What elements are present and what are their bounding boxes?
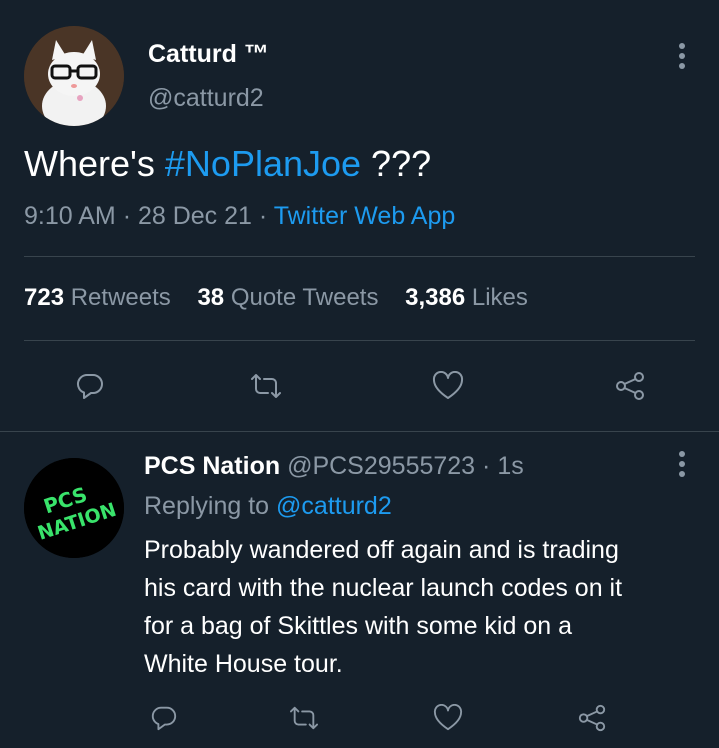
reply-text-line: White House tour. [144, 650, 343, 678]
main-tweet: Catturd ™ @catturd2 Where's #NoPlanJoe ?… [0, 0, 719, 432]
reply-author-avatar[interactable]: PCS NATION [24, 458, 124, 558]
reply-more-options-button[interactable] [664, 446, 700, 482]
share-icon [616, 372, 644, 400]
retweet-icon [251, 374, 281, 398]
replying-prefix: Replying to [144, 492, 270, 520]
share-button[interactable] [610, 366, 650, 406]
replying-to-link[interactable]: @catturd2 [276, 492, 392, 520]
like-button[interactable] [428, 366, 468, 406]
tweet-time[interactable]: 9:10 AM [24, 202, 116, 230]
more-icon [679, 451, 685, 477]
meta-separator: · [258, 202, 268, 230]
tweet-date[interactable]: 28 Dec 21 [138, 202, 252, 230]
retweets-label: Retweets [70, 284, 171, 311]
reply-text-line: Probably wandered off again and is tradi… [144, 536, 619, 564]
like-icon [433, 704, 463, 731]
divider [24, 256, 695, 257]
more-icon [679, 43, 685, 69]
tweet-meta: 9:10 AM · 28 Dec 21 · Twitter Web App [24, 202, 455, 231]
replying-to: Replying to @catturd2 [144, 492, 392, 521]
divider [24, 340, 695, 341]
hashtag-link[interactable]: #NoPlanJoe [165, 143, 361, 184]
author-name[interactable]: Catturd ™ [148, 40, 269, 69]
likes-label: Likes [471, 284, 528, 311]
reply-text-line: his card with the nuclear launch codes o… [144, 574, 623, 602]
author-avatar[interactable] [24, 26, 124, 126]
reply-reply-button[interactable] [144, 698, 184, 738]
quotes-count: 38 [197, 284, 225, 311]
tweet-text: Where's #NoPlanJoe ??? [24, 143, 431, 185]
like-icon [432, 371, 464, 399]
reply-like-button[interactable] [428, 698, 468, 738]
meta-separator: · [482, 452, 491, 480]
reply-header: PCS Nation @PCS29555723 · 1s [144, 452, 524, 481]
retweet-button[interactable] [246, 366, 286, 406]
reply-time[interactable]: 1s [497, 452, 523, 480]
meta-separator: · [122, 202, 132, 230]
quote-tweets-stat[interactable]: 38 Quote Tweets [197, 284, 378, 311]
tweet-text-before: Where's [24, 143, 165, 184]
more-options-button[interactable] [664, 38, 700, 74]
tweet-separator [0, 431, 719, 432]
tweet-stats: 723 Retweets 38 Quote Tweets 3,386 Likes [24, 284, 548, 312]
share-icon [578, 704, 606, 732]
quotes-label: Quote Tweets [230, 284, 379, 311]
author-handle[interactable]: @catturd2 [148, 84, 264, 113]
reply-text-line: for a bag of Skittles with some kid on a [144, 612, 572, 640]
retweets-stat[interactable]: 723 Retweets [24, 284, 171, 311]
reply-icon [151, 706, 177, 731]
reply-author-handle[interactable]: @PCS29555723 [287, 452, 475, 480]
reply-share-button[interactable] [572, 698, 612, 738]
retweets-count: 723 [24, 284, 65, 311]
tweet-source-link[interactable]: Twitter Web App [274, 202, 456, 230]
tweet-text-after: ??? [361, 143, 432, 184]
likes-count: 3,386 [405, 284, 466, 311]
likes-stat[interactable]: 3,386 Likes [405, 284, 528, 311]
reply-icon [76, 373, 103, 399]
reply-button[interactable] [70, 366, 110, 406]
reply-retweet-button[interactable] [284, 698, 324, 738]
reply-author-name[interactable]: PCS Nation [144, 452, 280, 480]
retweet-icon [290, 706, 318, 730]
